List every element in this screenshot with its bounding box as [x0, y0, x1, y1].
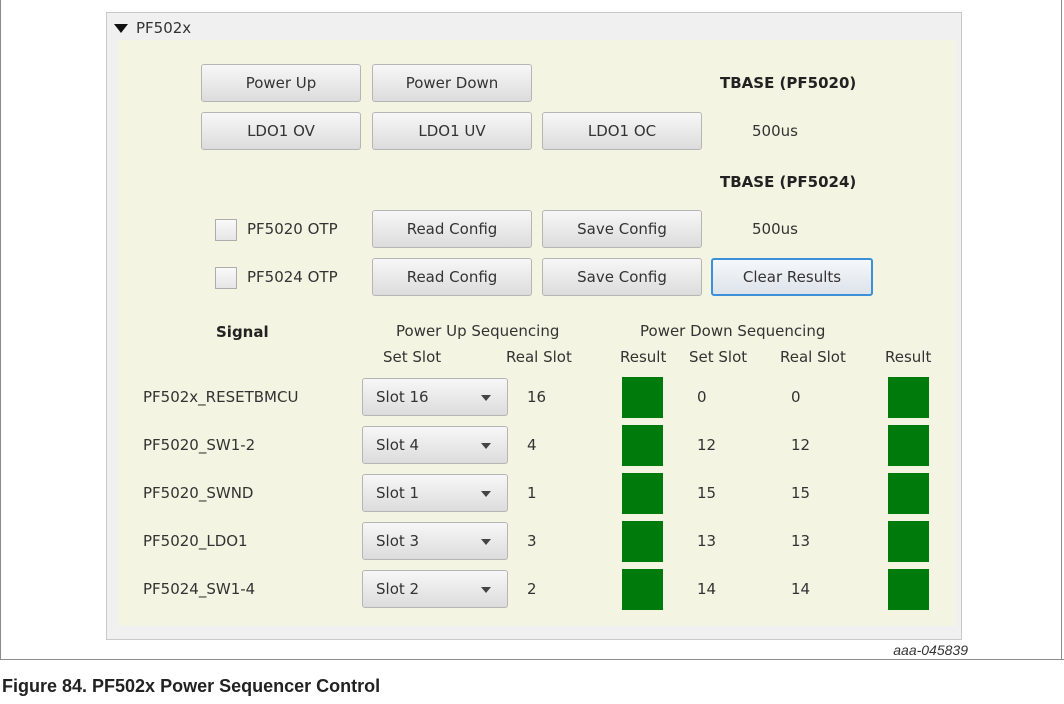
- ldo1-ov-button[interactable]: LDO1 OV: [201, 112, 361, 150]
- read-config-pf5024-button[interactable]: Read Config: [372, 258, 532, 296]
- pd-set-slot-value: 12: [697, 436, 717, 454]
- pu-set-slot-header: Set Slot: [383, 348, 442, 366]
- power-up-result-indicator: [622, 569, 663, 610]
- pd-set-slot-value: 14: [697, 580, 717, 598]
- clear-results-button[interactable]: Clear Results: [711, 258, 873, 296]
- power-down-button[interactable]: Power Down: [372, 64, 532, 102]
- pd-real-slot-header: Real Slot: [780, 348, 846, 366]
- set-slot-value: Slot 1: [376, 484, 420, 502]
- figure-caption: Figure 84. PF502x Power Sequencer Contro…: [2, 676, 381, 696]
- pd-real-slot-value: 12: [791, 436, 811, 454]
- set-slot-value: Slot 16: [376, 388, 429, 406]
- power-up-sequencing-header: Power Up Sequencing: [396, 322, 560, 340]
- power-up-result-indicator: [622, 425, 663, 466]
- pf5024-otp-label: PF5024 OTP: [247, 268, 338, 286]
- pf5024-otp-checkbox[interactable]: [215, 267, 237, 289]
- power-down-sequencing-header: Power Down Sequencing: [640, 322, 826, 340]
- chevron-down-icon: [481, 587, 491, 593]
- power-down-result-indicator: [888, 569, 929, 610]
- power-up-result-indicator: [622, 377, 663, 418]
- pd-set-slot-value: 13: [697, 532, 717, 550]
- pf5020-otp-checkbox[interactable]: [215, 219, 237, 241]
- power-down-result-indicator: [888, 425, 929, 466]
- signal-label: PF5024_SW1-4: [143, 580, 256, 598]
- pd-set-slot-value: 0: [697, 388, 707, 406]
- pd-real-slot-value: 0: [791, 388, 801, 406]
- set-slot-value: Slot 4: [376, 436, 420, 454]
- panel-title: PF502x: [136, 19, 192, 37]
- power-down-result-indicator: [888, 473, 929, 514]
- power-down-result-indicator: [888, 521, 929, 562]
- real-slot-value: 1: [527, 484, 537, 502]
- pd-set-slot-value: 15: [697, 484, 717, 502]
- signal-label: PF5020_SW1-2: [143, 436, 256, 454]
- chevron-down-icon: [481, 443, 491, 449]
- set-slot-dropdown[interactable]: Slot 2: [362, 570, 508, 608]
- tbase-pf5020-value: 500us: [752, 122, 798, 140]
- panel-header[interactable]: PF502x: [114, 16, 198, 40]
- tbase-pf5020-label: TBASE (PF5020): [720, 74, 857, 92]
- frame-divider: [0, 659, 1064, 660]
- pd-set-slot-header: Set Slot: [689, 348, 748, 366]
- set-slot-dropdown[interactable]: Slot 3: [362, 522, 508, 560]
- set-slot-value: Slot 3: [376, 532, 420, 550]
- chevron-down-icon: [481, 539, 491, 545]
- real-slot-value: 3: [527, 532, 537, 550]
- pu-result-header: Result: [620, 348, 667, 366]
- ldo1-uv-button[interactable]: LDO1 UV: [372, 112, 532, 150]
- save-config-pf5020-button[interactable]: Save Config: [542, 210, 702, 248]
- power-up-result-indicator: [622, 473, 663, 514]
- real-slot-value: 16: [527, 388, 547, 406]
- set-slot-value: Slot 2: [376, 580, 420, 598]
- pf5020-otp-label: PF5020 OTP: [247, 220, 338, 238]
- real-slot-value: 4: [527, 436, 537, 454]
- pd-real-slot-value: 14: [791, 580, 811, 598]
- set-slot-dropdown[interactable]: Slot 4: [362, 426, 508, 464]
- signal-label: PF5020_LDO1: [143, 532, 248, 550]
- pd-result-header: Result: [885, 348, 932, 366]
- save-config-pf5024-button[interactable]: Save Config: [542, 258, 702, 296]
- tbase-pf5024-label: TBASE (PF5024): [720, 173, 857, 191]
- pd-real-slot-value: 15: [791, 484, 811, 502]
- chevron-down-icon: [481, 491, 491, 497]
- power-down-result-indicator: [888, 377, 929, 418]
- pd-real-slot-value: 13: [791, 532, 811, 550]
- read-config-pf5020-button[interactable]: Read Config: [372, 210, 532, 248]
- chevron-down-icon: [481, 395, 491, 401]
- pu-real-slot-header: Real Slot: [506, 348, 572, 366]
- power-up-result-indicator: [622, 521, 663, 562]
- set-slot-dropdown[interactable]: Slot 1: [362, 474, 508, 512]
- ldo1-oc-button[interactable]: LDO1 OC: [542, 112, 702, 150]
- signal-label: PF5020_SWND: [143, 484, 254, 502]
- set-slot-dropdown[interactable]: Slot 16: [362, 378, 508, 416]
- signal-label: PF502x_RESETBMCU: [143, 388, 299, 406]
- tbase-pf5024-value: 500us: [752, 220, 798, 238]
- figure-id: aaa-045839: [893, 642, 968, 658]
- signal-header: Signal: [216, 323, 269, 341]
- real-slot-value: 2: [527, 580, 537, 598]
- collapse-triangle-icon[interactable]: [114, 23, 128, 33]
- power-up-button[interactable]: Power Up: [201, 64, 361, 102]
